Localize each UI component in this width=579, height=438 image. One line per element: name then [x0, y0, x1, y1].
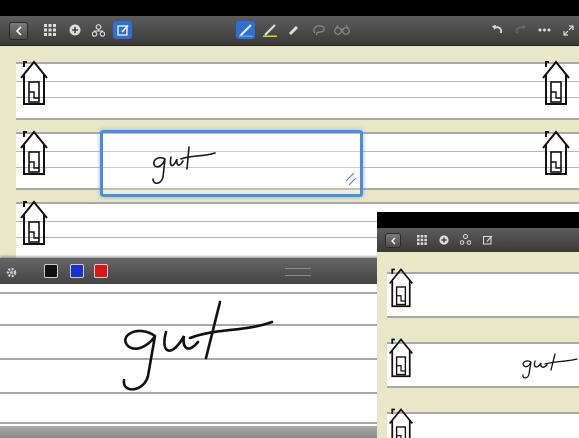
color-swatch-blue[interactable] — [70, 264, 84, 278]
redo-button[interactable] — [511, 21, 530, 39]
glasses-icon — [333, 24, 350, 35]
color-swatch-red[interactable] — [94, 264, 108, 278]
edit-icon — [116, 24, 129, 36]
writing-line[interactable] — [16, 62, 579, 120]
handwriting-large — [122, 300, 274, 391]
hierarchy-icon — [460, 234, 471, 245]
writing-panel[interactable]: gut — [0, 258, 385, 438]
grid-button[interactable] — [40, 21, 59, 39]
back-icon — [15, 26, 22, 36]
back-icon — [391, 237, 396, 244]
expand-button[interactable] — [560, 21, 576, 39]
undo-icon — [491, 25, 502, 34]
undo-button[interactable] — [487, 21, 506, 39]
status-bar — [0, 0, 579, 16]
toolbar — [0, 16, 579, 46]
inset-handwriting — [522, 353, 578, 379]
redo-icon — [515, 25, 526, 34]
more-icon — [538, 28, 551, 32]
add-button[interactable] — [65, 21, 84, 39]
color-swatch-black[interactable] — [44, 264, 58, 278]
more-button[interactable] — [535, 21, 554, 39]
panel-toolbar — [0, 258, 385, 284]
eraser-icon — [288, 25, 298, 36]
panel-writing-area[interactable]: gut — [0, 284, 385, 434]
house-icon — [388, 408, 414, 438]
house-icon — [542, 60, 570, 105]
plus-circle-icon — [439, 235, 449, 245]
house-icon — [20, 130, 48, 175]
edit-button[interactable] — [113, 21, 132, 39]
inset-preview: gut — [377, 212, 579, 438]
pen-blue-icon — [238, 24, 253, 37]
house-icon — [388, 338, 414, 378]
pen-yellow-button[interactable] — [260, 21, 279, 39]
plus-circle-icon — [69, 24, 80, 36]
grid-icon — [43, 24, 56, 36]
hierarchy-button[interactable] — [89, 21, 108, 39]
house-icon — [20, 200, 48, 245]
inset-page: gut — [377, 252, 579, 438]
expand-icon — [562, 24, 574, 36]
lasso-button[interactable] — [309, 21, 328, 39]
gear-icon — [6, 267, 17, 278]
drag-handle[interactable] — [285, 268, 311, 276]
house-icon — [542, 130, 570, 175]
lasso-icon — [312, 25, 325, 36]
back-button[interactable] — [9, 22, 28, 40]
pen-yellow-icon — [262, 24, 277, 37]
inset-back-button — [385, 233, 401, 248]
hierarchy-icon — [92, 23, 105, 37]
handwriting-small — [152, 146, 357, 186]
eraser-button[interactable] — [284, 21, 303, 39]
grid-icon — [417, 235, 427, 245]
settings-button[interactable] — [6, 265, 17, 283]
panel-footer — [0, 426, 385, 438]
glasses-button[interactable] — [332, 21, 351, 39]
house-icon — [20, 60, 48, 105]
pen-blue-button[interactable] — [236, 21, 255, 39]
house-icon — [388, 268, 414, 308]
inset-toolbar — [377, 228, 579, 252]
focus-box[interactable]: gut — [100, 130, 363, 197]
edit-icon — [483, 235, 493, 245]
